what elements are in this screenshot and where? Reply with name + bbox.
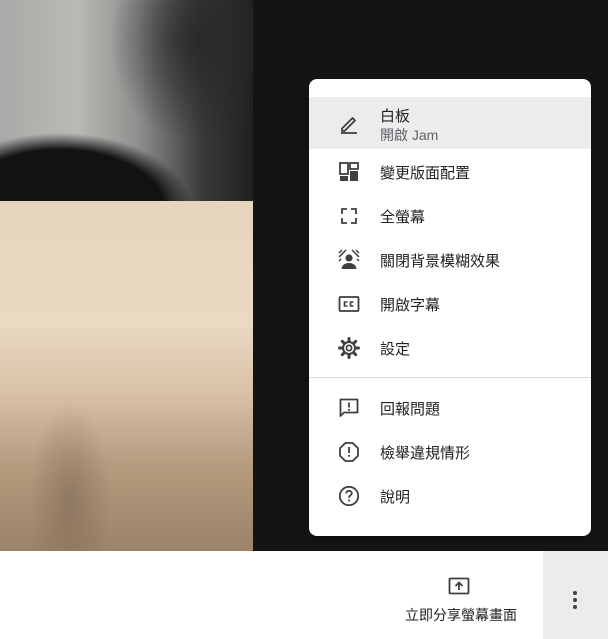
menu-divider	[309, 377, 591, 378]
layout-icon	[337, 160, 361, 184]
menu-item-label: 檢舉違規情形	[380, 444, 471, 462]
bottom-toolbar: 立即分享螢幕畫面	[0, 551, 608, 639]
menu-item-label: 說明	[380, 488, 411, 506]
menu-item-change-layout[interactable]: 變更版面配置	[309, 150, 591, 194]
more-vert-icon	[573, 591, 577, 609]
menu-item-label: 變更版面配置	[380, 164, 471, 182]
menu-item-sublabel: 開啟 Jam	[380, 127, 439, 143]
menu-item-label: 全螢幕	[380, 208, 426, 226]
present-now-label: 立即分享螢幕畫面	[405, 607, 517, 623]
self-video-tile	[0, 201, 253, 551]
menu-item-label: 回報問題	[380, 400, 441, 418]
blur-background-icon	[337, 248, 361, 272]
menu-item-settings[interactable]: 設定	[309, 326, 591, 370]
closed-caption-icon	[337, 292, 361, 316]
menu-item-whiteboard[interactable]: 白板 開啟 Jam	[309, 97, 591, 149]
menu-item-background-blur[interactable]: 關閉背景模糊效果	[309, 238, 591, 282]
menu-item-label: 關閉背景模糊效果	[380, 252, 501, 270]
participant-video-tile	[0, 0, 253, 201]
menu-item-captions[interactable]: 開啟字幕	[309, 282, 591, 326]
menu-item-label: 設定	[380, 340, 411, 358]
feedback-icon	[337, 396, 361, 420]
menu-item-help[interactable]: 說明	[309, 474, 591, 518]
present-screen-icon	[447, 575, 471, 599]
menu-item-report-abuse[interactable]: 檢舉違規情形	[309, 430, 591, 474]
menu-item-label: 白板	[380, 108, 411, 125]
help-icon	[337, 484, 361, 508]
more-options-button[interactable]	[543, 551, 608, 639]
gear-icon	[337, 336, 361, 360]
menu-item-fullscreen[interactable]: 全螢幕	[309, 194, 591, 238]
present-now-button[interactable]: 立即分享螢幕畫面	[395, 551, 527, 639]
pen-icon	[337, 111, 361, 135]
fullscreen-icon	[337, 204, 361, 228]
menu-item-label: 開啟字幕	[380, 296, 441, 314]
report-icon	[337, 440, 361, 464]
menu-item-report-problem[interactable]: 回報問題	[309, 386, 591, 430]
more-options-menu: 白板 開啟 Jam 變更版面配置 全螢幕 關閉背景模糊效果 開啟字幕 設定 回報…	[309, 79, 591, 536]
